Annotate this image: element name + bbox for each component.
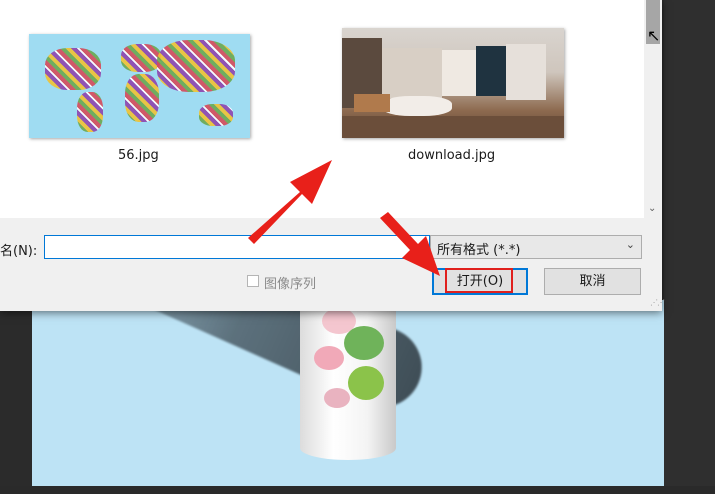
annotation-overlay [248, 160, 440, 276]
arrow-to-open-button-icon [380, 212, 440, 276]
arrow-to-download-icon [248, 160, 332, 244]
